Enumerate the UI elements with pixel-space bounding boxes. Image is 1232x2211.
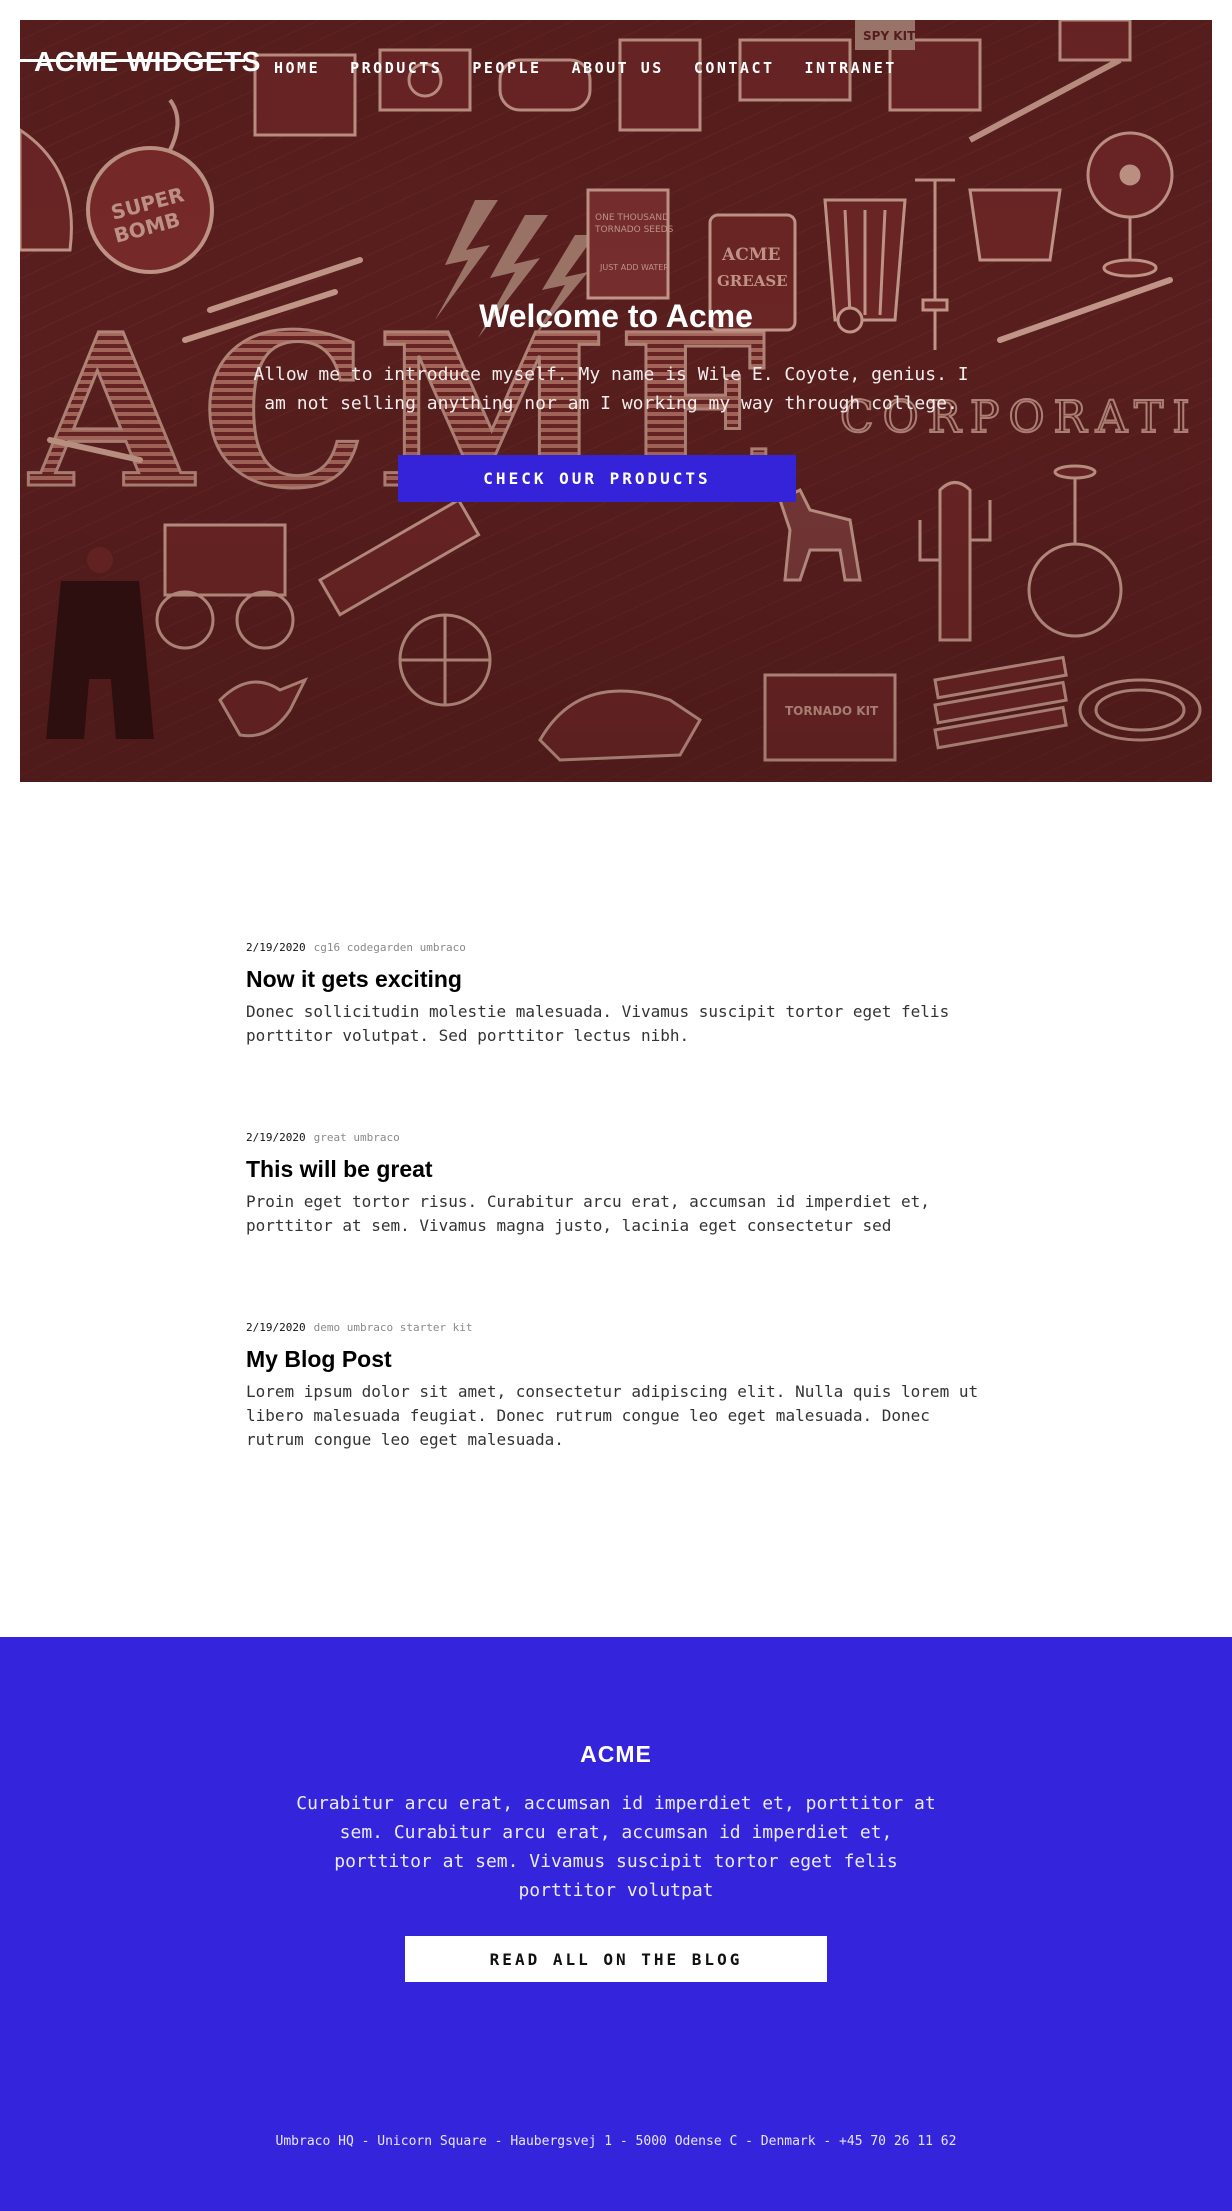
post-title[interactable]: Now it gets exciting bbox=[246, 964, 996, 994]
post-date: 2/19/2020 bbox=[246, 941, 306, 954]
post-tags: great umbraco bbox=[313, 1131, 400, 1144]
blog-post[interactable]: 2/19/2020 demo umbraco starter kit My Blo… bbox=[246, 1320, 996, 1452]
post-title[interactable]: My Blog Post bbox=[246, 1344, 996, 1374]
hero-title: Welcome to Acme bbox=[479, 298, 753, 334]
main-navigation: HOME PRODUCTS PEOPLE ABOUT US CONTACT IN… bbox=[274, 59, 927, 77]
nav-about-us[interactable]: ABOUT US bbox=[572, 59, 664, 77]
post-meta: 2/19/2020 cg16 codegarden umbraco bbox=[246, 940, 996, 956]
post-tags: cg16 codegarden umbraco bbox=[313, 941, 466, 954]
post-tags: demo umbraco starter kit bbox=[313, 1321, 473, 1334]
nav-products[interactable]: PRODUCTS bbox=[350, 59, 442, 77]
post-title[interactable]: This will be great bbox=[246, 1154, 996, 1184]
footer-text: Curabitur arcu erat, accumsan id imperdi… bbox=[296, 1793, 936, 1901]
nav-contact[interactable]: CONTACT bbox=[694, 59, 775, 77]
site-footer: ACME Curabitur arcu erat, accumsan id im… bbox=[0, 1637, 1232, 2211]
post-meta: 2/19/2020 demo umbraco starter kit bbox=[246, 1320, 996, 1336]
blog-post[interactable]: 2/19/2020 cg16 codegarden umbraco Now it … bbox=[246, 940, 996, 1048]
post-date: 2/19/2020 bbox=[246, 1321, 306, 1334]
check-products-button[interactable]: CHECK OUR PRODUCTS bbox=[398, 455, 796, 502]
post-meta: 2/19/2020 great umbraco bbox=[246, 1130, 996, 1146]
post-excerpt: Proin eget tortor risus. Curabitur arcu … bbox=[246, 1192, 930, 1235]
post-excerpt: Donec sollicitudin molestie malesuada. V… bbox=[246, 1002, 950, 1045]
nav-intranet[interactable]: INTRANET bbox=[805, 59, 897, 77]
post-date: 2/19/2020 bbox=[246, 1131, 306, 1144]
footer-address: Umbraco HQ - Unicorn Square - Haubergsve… bbox=[275, 2134, 957, 2149]
site-logo[interactable]: ACME WIDGETS bbox=[34, 48, 261, 76]
nav-people[interactable]: PEOPLE bbox=[472, 59, 541, 77]
nav-home[interactable]: HOME bbox=[274, 59, 320, 77]
read-blog-button[interactable]: READ ALL ON THE BLOG bbox=[405, 1936, 827, 1982]
footer-title: ACME bbox=[580, 1741, 652, 1767]
post-excerpt: Lorem ipsum dolor sit amet, consectetur … bbox=[246, 1382, 979, 1449]
blog-post[interactable]: 2/19/2020 great umbraco This will be grea… bbox=[246, 1130, 996, 1238]
hero-intro-text: Allow me to introduce myself. My name is… bbox=[253, 364, 969, 414]
